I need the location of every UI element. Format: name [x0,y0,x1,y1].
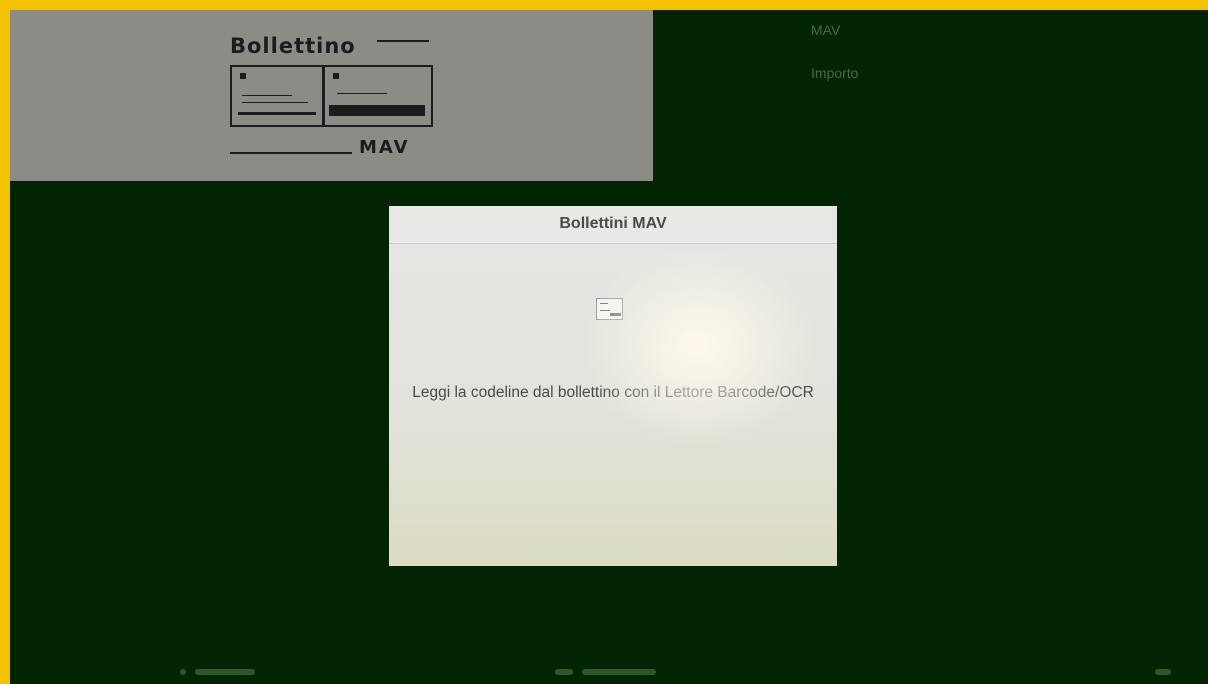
illustration-title: Bollettino [230,34,356,58]
dialog-message: Leggi la codeline dal bollettino con il … [412,384,814,401]
mav-label: MAV [811,22,841,38]
illustration-receipt-right [323,65,433,127]
illustration-footer: MAV [359,137,410,158]
illustration-receipt-left [230,65,324,127]
dialog-title: Bollettini MAV [389,206,837,244]
status-bar [10,666,1208,684]
bill-icon [596,298,623,320]
status-item-center [555,667,665,681]
screen-glare [579,246,819,446]
kiosk-screen: Bollettino MAV MAV Importo Bollettini MA… [10,10,1208,684]
illustration-title-line [377,40,429,42]
status-item-left [180,667,270,681]
illustration-footer-line [230,152,352,154]
mav-illustration-panel: Bollettino MAV [10,10,653,181]
status-item-right [1155,667,1195,681]
mav-dialog: Bollettini MAV Leggi la codeline dal bol… [389,206,837,566]
importo-label: Importo [811,65,859,81]
